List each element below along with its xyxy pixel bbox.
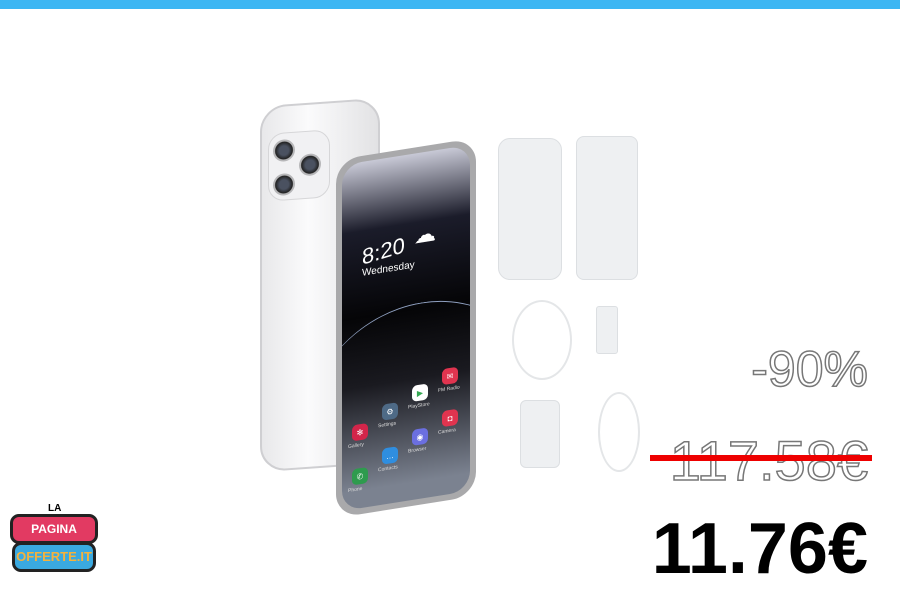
sim-adapters <box>596 306 618 354</box>
logo-text: LA <box>48 503 62 514</box>
new-price: 11.76€ <box>651 509 868 589</box>
site-logo: LA PAGINA DELLE OFFERTE.IT <box>8 500 100 596</box>
phone-case <box>498 138 562 280</box>
camera-module <box>268 129 330 202</box>
logo-text: PAGINA DELLE <box>10 514 98 560</box>
screen-protector <box>576 136 638 280</box>
price-strikethrough <box>650 455 872 461</box>
power-adapter <box>520 400 560 468</box>
weather-cloud-icon: ☁ <box>414 220 436 249</box>
camera-lens-icon <box>273 172 295 197</box>
camera-lens-icon <box>299 152 321 177</box>
phone-screen: 8:20 Wednesday ☁ ✉ FM Radio ▶ PlayStore … <box>342 144 470 512</box>
camera-lens-icon <box>273 138 295 163</box>
top-accent-bar <box>0 0 900 9</box>
usb-cable <box>598 392 640 472</box>
logo-text: OFFERTE.IT <box>12 542 96 572</box>
earphones <box>512 300 572 380</box>
discount-percent: -90% <box>751 340 869 398</box>
phone-front: 8:20 Wednesday ☁ ✉ FM Radio ▶ PlayStore … <box>336 137 476 518</box>
